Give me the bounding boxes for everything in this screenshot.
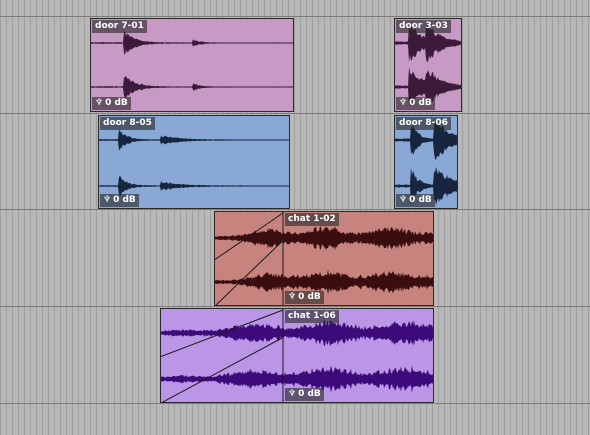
clip-name-label: chat 1-06: [285, 310, 339, 323]
clip-name-label: door 3-03: [396, 20, 451, 33]
fader-icon: ♆: [103, 195, 112, 205]
clip-gain-control[interactable]: ♆ 0 dB: [396, 194, 435, 207]
clip-gain-control[interactable]: ♆ 0 dB: [92, 97, 131, 110]
fader-icon: ♆: [399, 195, 408, 205]
waveform: [215, 212, 433, 307]
track-lane-2[interactable]: [0, 114, 590, 210]
clip-name-label: door 7-01: [92, 20, 147, 33]
fade-in-curve[interactable]: [161, 337, 284, 404]
fader-icon: ♆: [95, 98, 104, 108]
audio-clip-chat-1-02[interactable]: chat 1-02 ♆ 0 dB: [214, 211, 434, 306]
audio-clip-door-8-06[interactable]: door 8-06 ♆ 0 dB: [394, 115, 458, 209]
lane-divider: [0, 403, 590, 404]
clip-gain-value: 0 dB: [409, 195, 432, 205]
clip-gain-value: 0 dB: [105, 98, 128, 108]
arrange-window: door 7-01 ♆ 0 dB door 3-03 ♆ 0 dB door 8-0…: [0, 0, 590, 435]
clip-gain-control[interactable]: ♆ 0 dB: [396, 97, 435, 110]
audio-clip-door-8-05[interactable]: door 8-05 ♆ 0 dB: [98, 115, 290, 209]
fade-in-curve[interactable]: [215, 240, 284, 307]
clip-name-label: door 8-06: [396, 117, 451, 130]
fader-icon: ♆: [399, 98, 408, 108]
clip-gain-value: 0 dB: [298, 389, 321, 399]
lane-divider: [0, 16, 590, 17]
track-lane-1[interactable]: [0, 17, 590, 113]
clip-gain-control[interactable]: ♆ 0 dB: [285, 388, 324, 401]
fader-icon: ♆: [288, 292, 297, 302]
clip-gain-value: 0 dB: [113, 195, 136, 205]
clip-name-label: door 8-05: [100, 117, 155, 130]
lane-divider: [0, 113, 590, 114]
lane-divider: [0, 209, 590, 210]
clip-gain-value: 0 dB: [409, 98, 432, 108]
audio-clip-door-3-03[interactable]: door 3-03 ♆ 0 dB: [394, 18, 462, 112]
clip-gain-value: 0 dB: [298, 292, 321, 302]
clip-gain-control[interactable]: ♆ 0 dB: [100, 194, 139, 207]
lane-divider: [0, 306, 590, 307]
clip-gain-control[interactable]: ♆ 0 dB: [285, 291, 324, 304]
fader-icon: ♆: [288, 389, 297, 399]
audio-clip-chat-1-06[interactable]: chat 1-06 ♆ 0 dB: [160, 308, 434, 403]
clip-name-label: chat 1-02: [285, 213, 339, 226]
audio-clip-door-7-01[interactable]: door 7-01 ♆ 0 dB: [90, 18, 294, 112]
